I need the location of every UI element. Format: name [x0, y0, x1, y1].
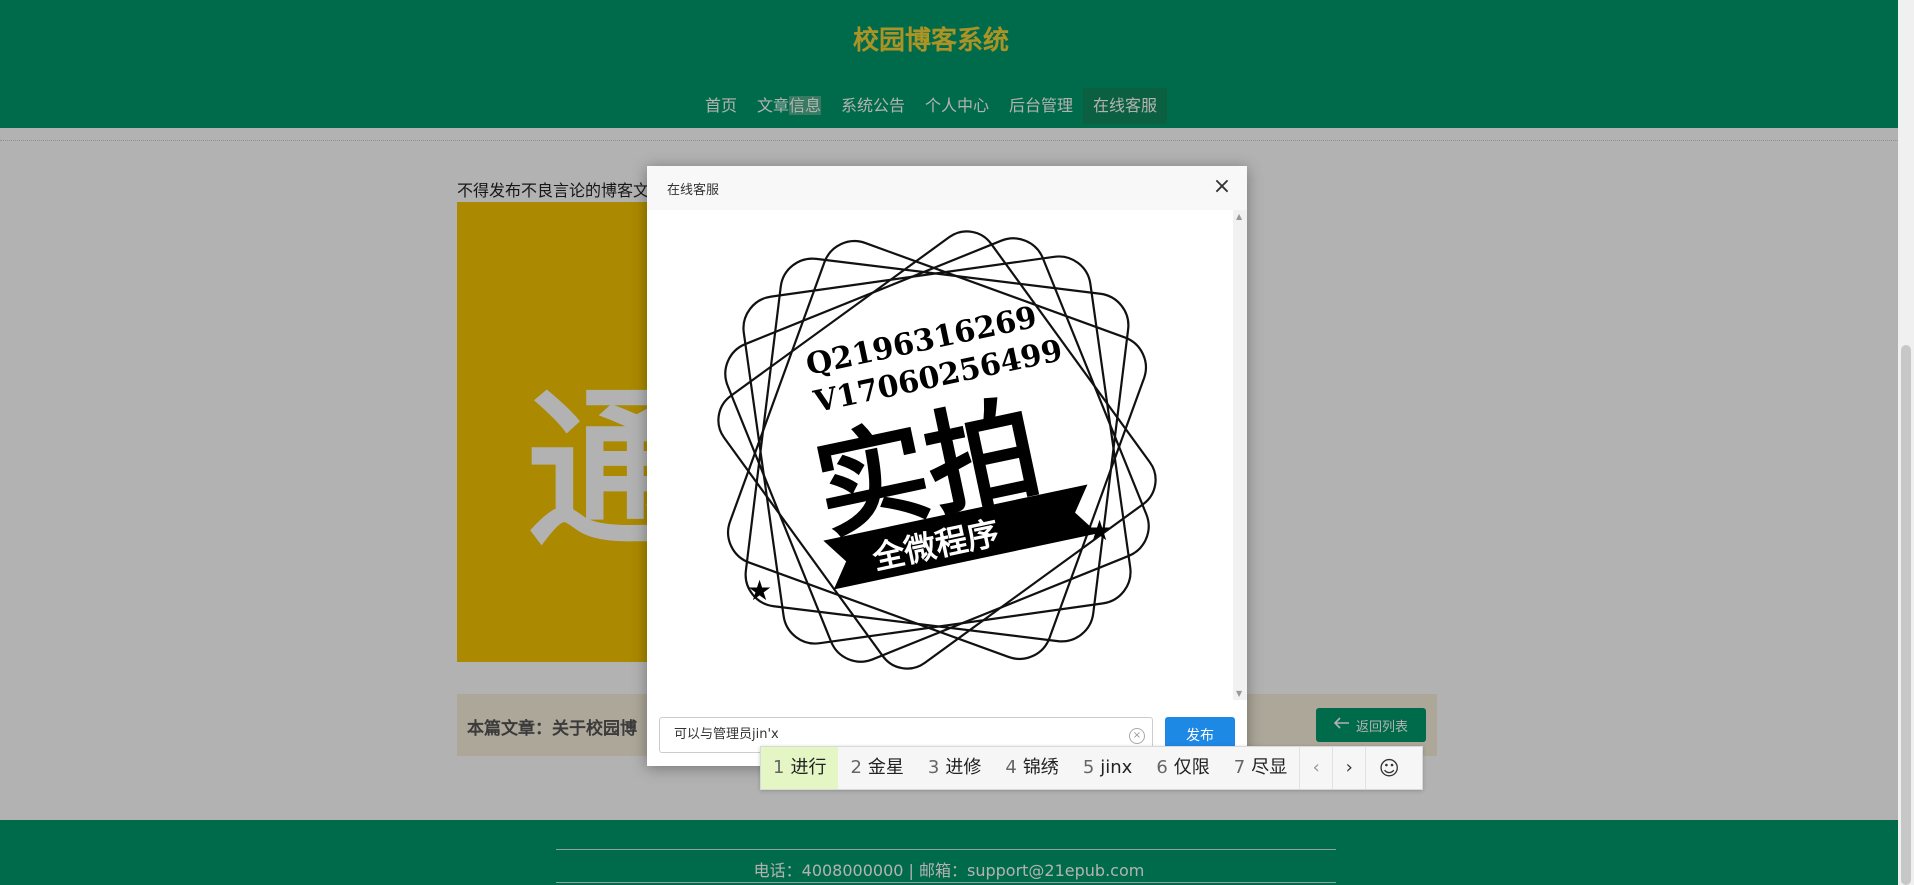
page-scroll-thumb[interactable]: [1901, 345, 1911, 885]
ime-candidate[interactable]: 3 进修: [916, 747, 993, 789]
dialog-body: Q2196316269 V17060256499 实拍 全微程序 ★ ★: [647, 210, 1233, 700]
ime-candidate[interactable]: 1 进行: [761, 747, 839, 789]
clear-input-icon[interactable]: ×: [1129, 728, 1145, 744]
ime-candidate[interactable]: 7 尽显: [1222, 747, 1299, 789]
ime-candidate-bar: 1 进行 2 金星 3 进修 4 锦绣 5 jinx 6 仅限 7 尽显 ‹ › ☺: [760, 746, 1423, 790]
emoji-icon[interactable]: ☺: [1365, 747, 1412, 789]
image-text: Q2196316269 V17060256499 实拍 全微程序: [803, 300, 1098, 590]
scroll-down-icon[interactable]: ▼: [1236, 689, 1242, 698]
dialog-scrollbar[interactable]: ▲ ▼: [1233, 210, 1247, 700]
scroll-up-icon[interactable]: ▲: [1236, 212, 1242, 221]
page-scrollbar[interactable]: [1898, 0, 1914, 885]
ime-candidate[interactable]: 5 jinx: [1071, 747, 1145, 789]
dialog-title: 在线客服: [667, 183, 720, 198]
ime-prev-icon[interactable]: ‹: [1299, 747, 1332, 789]
ime-candidate[interactable]: 6 仅限: [1144, 747, 1221, 789]
star-icon: ★: [1087, 514, 1112, 547]
dialog-header: 在线客服 ×: [647, 166, 1247, 211]
ime-candidate[interactable]: 2 金星: [838, 747, 915, 789]
star-icon: ★: [747, 574, 772, 607]
ime-next-icon[interactable]: ›: [1332, 747, 1365, 789]
service-image: Q2196316269 V17060256499 实拍 全微程序 ★ ★: [717, 230, 1157, 670]
online-service-dialog: 在线客服 × Q2196316269 V17060256499 实拍 全微程序 …: [647, 166, 1247, 766]
close-icon[interactable]: ×: [1211, 176, 1233, 198]
ime-candidate[interactable]: 4 锦绣: [993, 747, 1070, 789]
